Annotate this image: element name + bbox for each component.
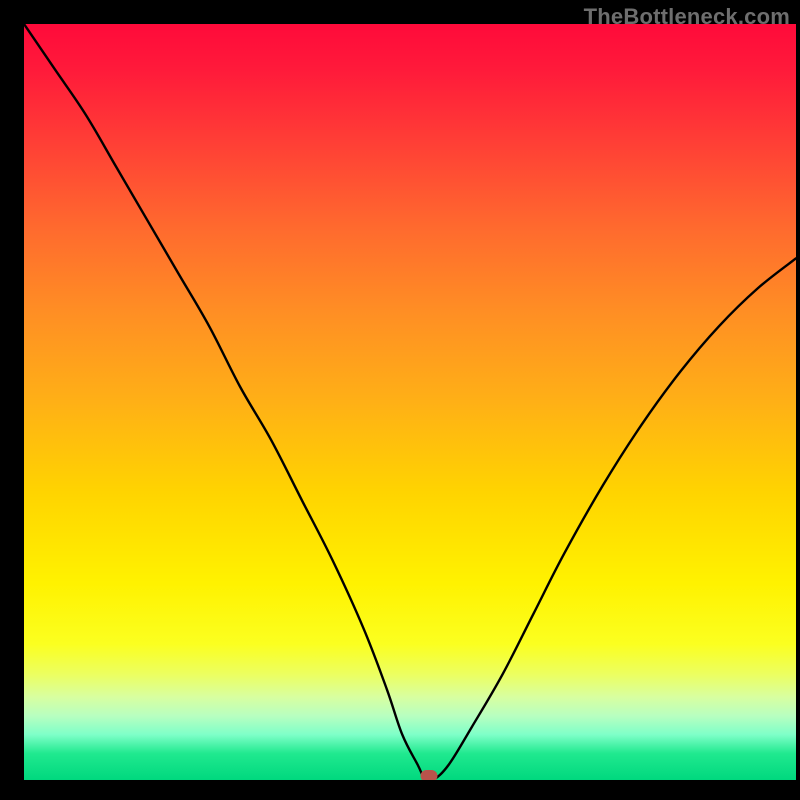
bottleneck-curve (24, 24, 796, 780)
optimal-point-marker (421, 770, 438, 780)
chart-frame: TheBottleneck.com (0, 0, 800, 800)
watermark-text: TheBottleneck.com (584, 4, 790, 30)
plot-area (24, 24, 796, 780)
